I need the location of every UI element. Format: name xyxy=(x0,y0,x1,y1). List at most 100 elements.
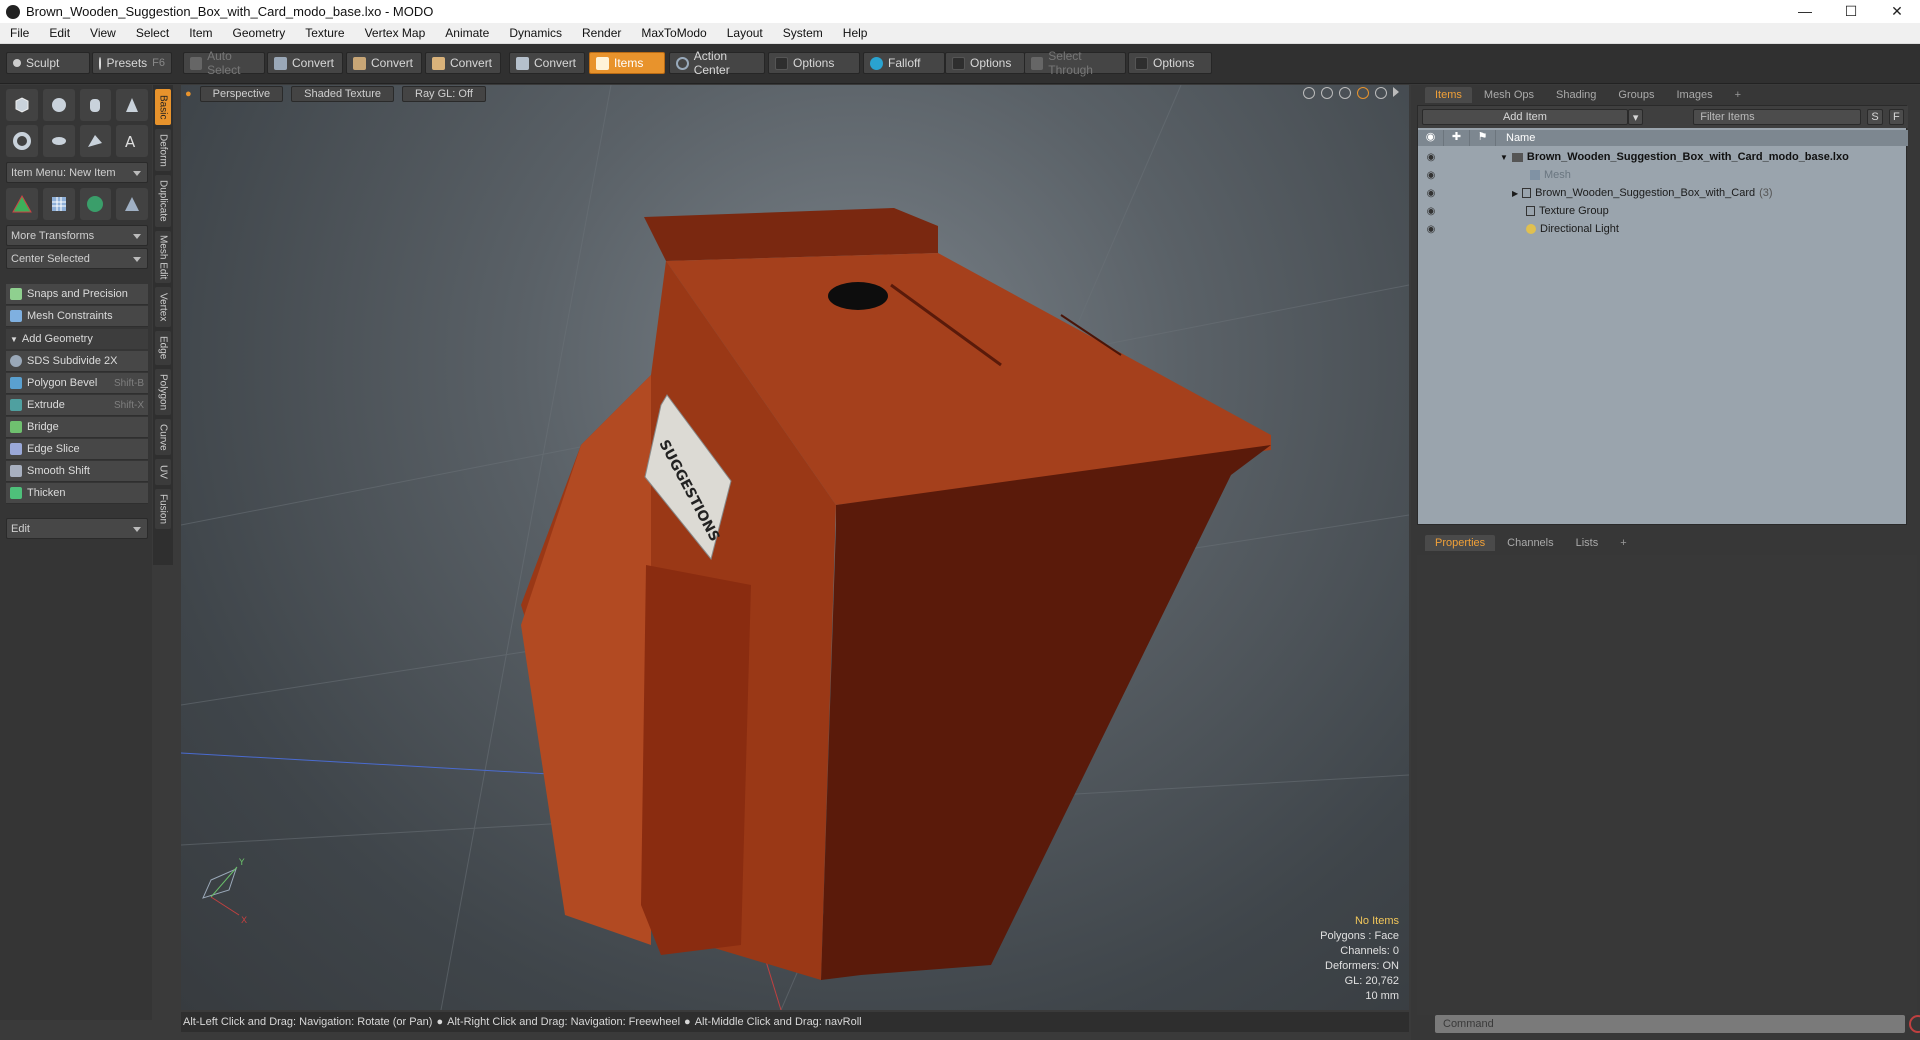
convert-polygons-button[interactable]: Convert xyxy=(425,52,501,74)
maximize-button[interactable]: ☐ xyxy=(1828,3,1874,20)
menu-dynamics[interactable]: Dynamics xyxy=(499,26,572,40)
command-history-icon[interactable] xyxy=(1909,1015,1920,1033)
globe-icon[interactable] xyxy=(79,188,112,220)
action-center-button[interactable]: Action Center xyxy=(669,49,765,77)
tab-duplicate[interactable]: Duplicate xyxy=(155,175,171,227)
tab-shading[interactable]: Shading xyxy=(1546,87,1606,103)
render-column-icon[interactable]: ⚑ xyxy=(1470,130,1496,146)
menu-help[interactable]: Help xyxy=(833,26,878,40)
pen-tool-icon[interactable] xyxy=(79,125,112,157)
pyramid-icon[interactable] xyxy=(116,188,148,220)
viewport-menu-icon[interactable]: ● xyxy=(185,88,192,100)
visibility-eye-icon[interactable]: ◉ xyxy=(1418,170,1444,181)
add-tab-button[interactable]: + xyxy=(1725,87,1751,103)
visibility-eye-icon[interactable]: ◉ xyxy=(1418,206,1444,217)
add-geometry-section[interactable]: ▼ Add Geometry xyxy=(6,329,148,349)
tab-polygon[interactable]: Polygon xyxy=(155,369,171,415)
menu-item[interactable]: Item xyxy=(179,26,222,40)
text-tool-icon[interactable]: A xyxy=(116,125,148,157)
sds-subdivide-button[interactable]: SDS Subdivide 2X xyxy=(6,351,148,372)
menu-file[interactable]: File xyxy=(0,26,39,40)
tab-mesh-edit[interactable]: Mesh Edit xyxy=(155,231,171,283)
ray-gl-button[interactable]: Ray GL: Off xyxy=(402,86,486,102)
tree-row-mesh[interactable]: ◉ Mesh xyxy=(1418,166,1908,184)
edge-slice-button[interactable]: Edge Slice xyxy=(6,439,148,460)
visibility-eye-icon[interactable]: ◉ xyxy=(1418,152,1444,163)
items-mode-button[interactable]: Items xyxy=(589,52,665,74)
menu-animate[interactable]: Animate xyxy=(435,26,499,40)
menu-maxtomodo[interactable]: MaxToModo xyxy=(631,26,716,40)
more-transforms-dropdown[interactable]: More Transforms xyxy=(6,225,148,246)
s-toggle-button[interactable]: S xyxy=(1867,109,1883,125)
tab-groups[interactable]: Groups xyxy=(1608,87,1664,103)
extrude-button[interactable]: Extrude Shift-X xyxy=(6,395,148,416)
center-selected-dropdown[interactable]: Center Selected xyxy=(6,248,148,269)
tree-row-group[interactable]: ◉ ▶ Brown_Wooden_Suggestion_Box_with_Car… xyxy=(1418,184,1908,202)
bridge-button[interactable]: Bridge xyxy=(6,417,148,438)
transform-gizmo-icon[interactable] xyxy=(6,188,38,220)
tree-row-texture-group[interactable]: ◉ Texture Group xyxy=(1418,202,1908,220)
tab-curve[interactable]: Curve xyxy=(155,419,171,455)
tree-row-scene[interactable]: ◉ ▼ Brown_Wooden_Suggestion_Box_with_Car… xyxy=(1418,148,1908,166)
polygon-bevel-button[interactable]: Polygon Bevel Shift-B xyxy=(6,373,148,394)
select-through-button[interactable]: Select Through xyxy=(1024,49,1126,77)
thicken-button[interactable]: Thicken xyxy=(6,483,148,504)
shading-mode-button[interactable]: Shaded Texture xyxy=(291,86,394,102)
select-through-options-button[interactable]: Options xyxy=(1128,52,1212,74)
sculpt-button[interactable]: Sculpt xyxy=(6,52,90,74)
falloff-options-button[interactable]: Options xyxy=(945,52,1025,74)
add-item-button[interactable]: Add Item xyxy=(1422,109,1628,125)
tab-channels[interactable]: Channels xyxy=(1497,535,1563,551)
edit-dropdown[interactable]: Edit xyxy=(6,518,148,539)
tab-uv[interactable]: UV xyxy=(155,459,171,485)
close-button[interactable]: ✕ xyxy=(1874,3,1920,20)
menu-vertex-map[interactable]: Vertex Map xyxy=(355,26,436,40)
visibility-eye-icon[interactable]: ◉ xyxy=(1418,224,1444,235)
expand-arrow-icon[interactable]: ▶ xyxy=(1512,189,1518,198)
tab-images[interactable]: Images xyxy=(1667,87,1723,103)
menu-texture[interactable]: Texture xyxy=(295,26,354,40)
tab-mesh-ops[interactable]: Mesh Ops xyxy=(1474,87,1544,103)
convert-vertices-button[interactable]: Convert xyxy=(267,52,343,74)
menu-render[interactable]: Render xyxy=(572,26,631,40)
mesh-constraints-button[interactable]: Mesh Constraints xyxy=(6,306,148,327)
name-column-header[interactable]: Name xyxy=(1496,132,1535,144)
convert-edges-button[interactable]: Convert xyxy=(346,52,422,74)
expand-arrow-icon[interactable]: ▼ xyxy=(1500,153,1508,162)
fit-icon[interactable] xyxy=(1357,87,1369,99)
presets-button[interactable]: Presets F6 xyxy=(92,52,172,74)
command-input[interactable]: Command xyxy=(1435,1015,1905,1033)
filter-items-input[interactable]: Filter Items xyxy=(1693,109,1862,125)
rotate-icon[interactable] xyxy=(1321,87,1333,99)
torus-primitive-icon[interactable] xyxy=(6,125,38,157)
sphere-primitive-icon[interactable] xyxy=(42,89,75,121)
visibility-column-icon[interactable]: ◉ xyxy=(1418,130,1444,146)
lock-column-icon[interactable]: ✚ xyxy=(1444,130,1470,146)
action-center-options-button[interactable]: Options xyxy=(768,52,860,74)
menu-select[interactable]: Select xyxy=(126,26,179,40)
minimize-button[interactable]: — xyxy=(1782,3,1828,20)
tab-lists[interactable]: Lists xyxy=(1566,535,1609,551)
add-tab-button[interactable]: + xyxy=(1610,535,1636,551)
3d-viewport[interactable]: SUGGESTIONS Y X ● Perspective Shaded Tex… xyxy=(181,85,1409,1010)
tab-basic[interactable]: Basic xyxy=(155,89,171,125)
menu-geometry[interactable]: Geometry xyxy=(223,26,296,40)
cube-primitive-icon[interactable] xyxy=(6,89,38,121)
cylinder-primitive-icon[interactable] xyxy=(79,89,112,121)
zoom-icon[interactable] xyxy=(1339,87,1351,99)
cone-primitive-icon[interactable] xyxy=(116,89,148,121)
pan-icon[interactable] xyxy=(1303,87,1315,99)
menu-edit[interactable]: Edit xyxy=(39,26,80,40)
smooth-shift-button[interactable]: Smooth Shift xyxy=(6,461,148,482)
menu-view[interactable]: View xyxy=(80,26,126,40)
tab-edge[interactable]: Edge xyxy=(155,331,171,365)
tab-vertex[interactable]: Vertex xyxy=(155,287,171,327)
f-toggle-button[interactable]: F xyxy=(1888,109,1905,125)
menu-system[interactable]: System xyxy=(773,26,833,40)
add-item-dropdown-icon[interactable]: ▾ xyxy=(1627,109,1644,125)
tab-fusion[interactable]: Fusion xyxy=(155,489,171,529)
tab-deform[interactable]: Deform xyxy=(155,129,171,171)
snaps-precision-button[interactable]: Snaps and Precision xyxy=(6,284,148,305)
menu-layout[interactable]: Layout xyxy=(717,26,773,40)
viewport-settings-gear-icon[interactable] xyxy=(1375,87,1387,99)
